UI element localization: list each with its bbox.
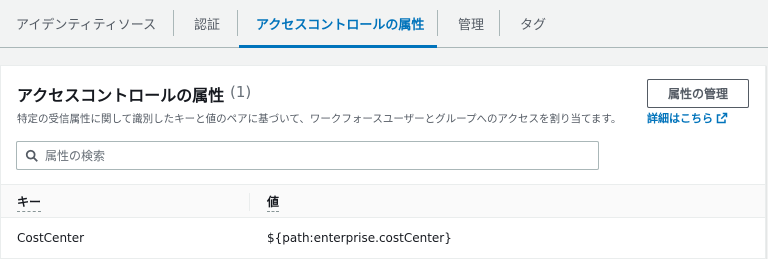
tab-identity-source[interactable]: アイデンティティソース (0, 0, 174, 47)
tab-label: 認証 (194, 18, 221, 33)
tab-bar: アイデンティティソース 認証 アクセスコントロールの属性 管理 タグ (0, 0, 768, 48)
tab-label: 管理 (458, 18, 485, 33)
learn-more-link[interactable]: 詳細はこちら (647, 110, 728, 126)
panel-title: アクセスコントロールの属性 (17, 86, 225, 105)
search-icon (25, 149, 38, 162)
tab-management[interactable]: 管理 (438, 0, 500, 47)
manage-attributes-button[interactable]: 属性の管理 (647, 79, 749, 108)
tab-label: タグ (520, 18, 547, 33)
tab-label: アイデンティティソース (16, 18, 157, 33)
attribute-search[interactable] (16, 141, 599, 170)
column-header-key[interactable]: キー (17, 193, 42, 212)
search-input[interactable] (45, 148, 585, 163)
tab-tags[interactable]: タグ (500, 0, 560, 47)
external-link-icon (716, 112, 728, 124)
tab-access-control-attributes[interactable]: アクセスコントロールの属性 (238, 0, 438, 48)
table-row: CostCenter ${path:enterprise.costCenter} (1, 218, 765, 258)
attributes-panel: アクセスコントロールの属性 (1) 属性の管理 特定の受信属性に関して識別したキ… (0, 65, 766, 259)
cell-value: ${path:enterprise.costCenter} (267, 231, 452, 245)
table-header: キー 値 (1, 184, 765, 218)
learn-more-label: 詳細はこちら (647, 112, 713, 125)
column-divider (249, 193, 250, 211)
cell-key: CostCenter (17, 231, 85, 245)
column-header-value[interactable]: 値 (267, 193, 280, 212)
tab-authentication[interactable]: 認証 (174, 0, 238, 47)
attribute-count: (1) (230, 83, 252, 101)
tab-label: アクセスコントロールの属性 (256, 18, 425, 33)
panel-description: 特定の受信属性に関して識別したキーと値のペアに基づいて、ワークフォースユーザーと… (17, 113, 622, 125)
